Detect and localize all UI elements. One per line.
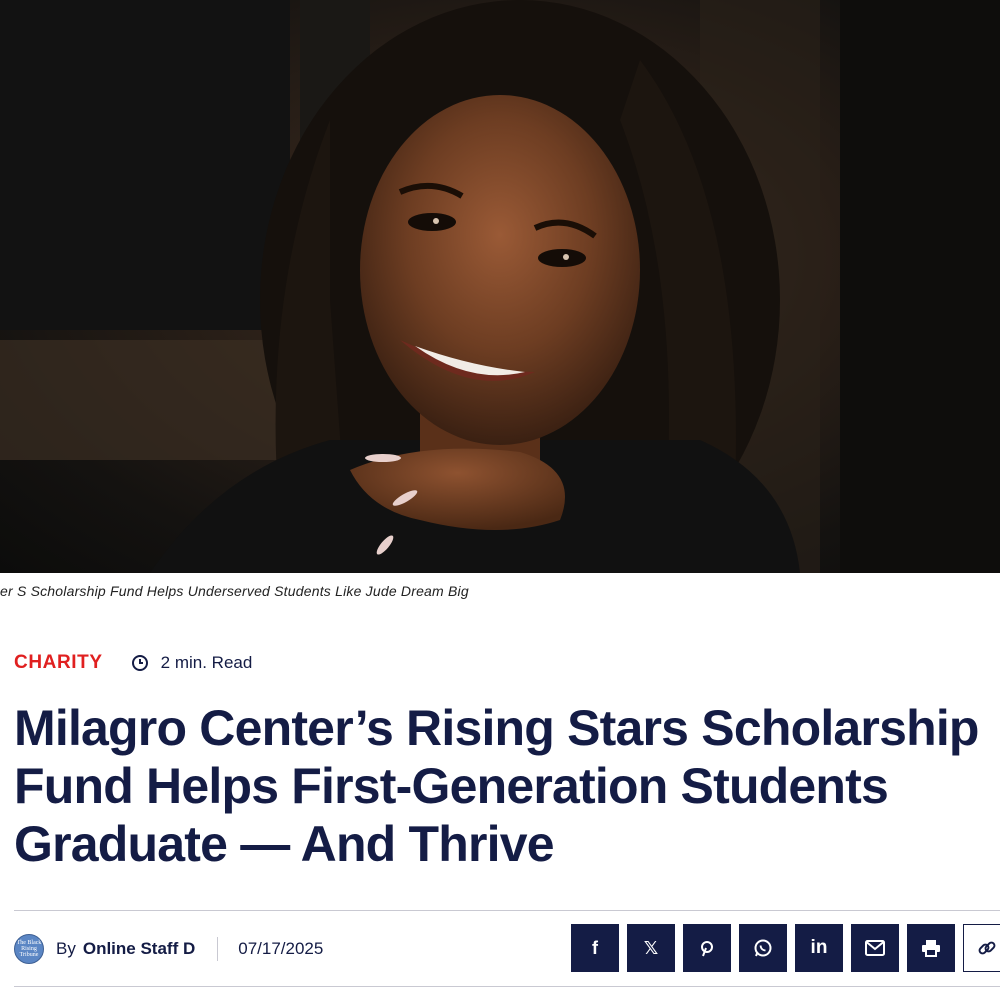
divider — [14, 986, 1000, 987]
read-time-label: 2 min. Read — [160, 653, 253, 672]
share-whatsapp-button[interactable] — [739, 924, 787, 972]
publish-date: 07/17/2025 — [238, 939, 324, 958]
linkedin-icon: in — [810, 937, 828, 958]
pinterest-icon — [698, 939, 716, 957]
link-icon — [977, 938, 997, 958]
tribune-logo: The Black Rising Tribune — [16, 940, 42, 958]
byline: The Black Rising Tribune By Online Staff… — [14, 933, 323, 965]
hero-image — [0, 0, 1000, 573]
author-avatar[interactable]: The Black Rising Tribune — [14, 934, 44, 964]
clock-icon — [131, 654, 149, 672]
divider — [14, 910, 1000, 911]
read-time: 2 min. Read — [131, 653, 253, 673]
share-bar: f 𝕏 in — [571, 924, 1000, 972]
x-icon: 𝕏 — [643, 937, 659, 959]
share-facebook-button[interactable]: f — [571, 924, 619, 972]
category-link[interactable]: CHARITY — [14, 652, 103, 674]
share-pinterest-button[interactable] — [683, 924, 731, 972]
author-name-link[interactable]: Online Staff D — [83, 939, 195, 959]
by-label: By — [56, 939, 76, 958]
image-caption: er S Scholarship Fund Helps Underserved … — [0, 583, 469, 599]
article-meta: CHARITY 2 min. Read — [14, 651, 252, 675]
share-linkedin-button[interactable]: in — [795, 924, 843, 972]
email-icon — [865, 940, 885, 956]
print-icon — [921, 939, 941, 957]
whatsapp-icon — [753, 938, 773, 958]
copy-link-button[interactable] — [963, 924, 1000, 972]
print-button[interactable] — [907, 924, 955, 972]
share-email-button[interactable] — [851, 924, 899, 972]
portrait-illustration — [0, 0, 1000, 573]
facebook-icon: f — [592, 937, 598, 958]
byline-separator — [217, 937, 219, 961]
share-x-button[interactable]: 𝕏 — [627, 924, 675, 972]
article-headline: Milagro Center’s Rising Stars Scholarshi… — [14, 700, 979, 872]
